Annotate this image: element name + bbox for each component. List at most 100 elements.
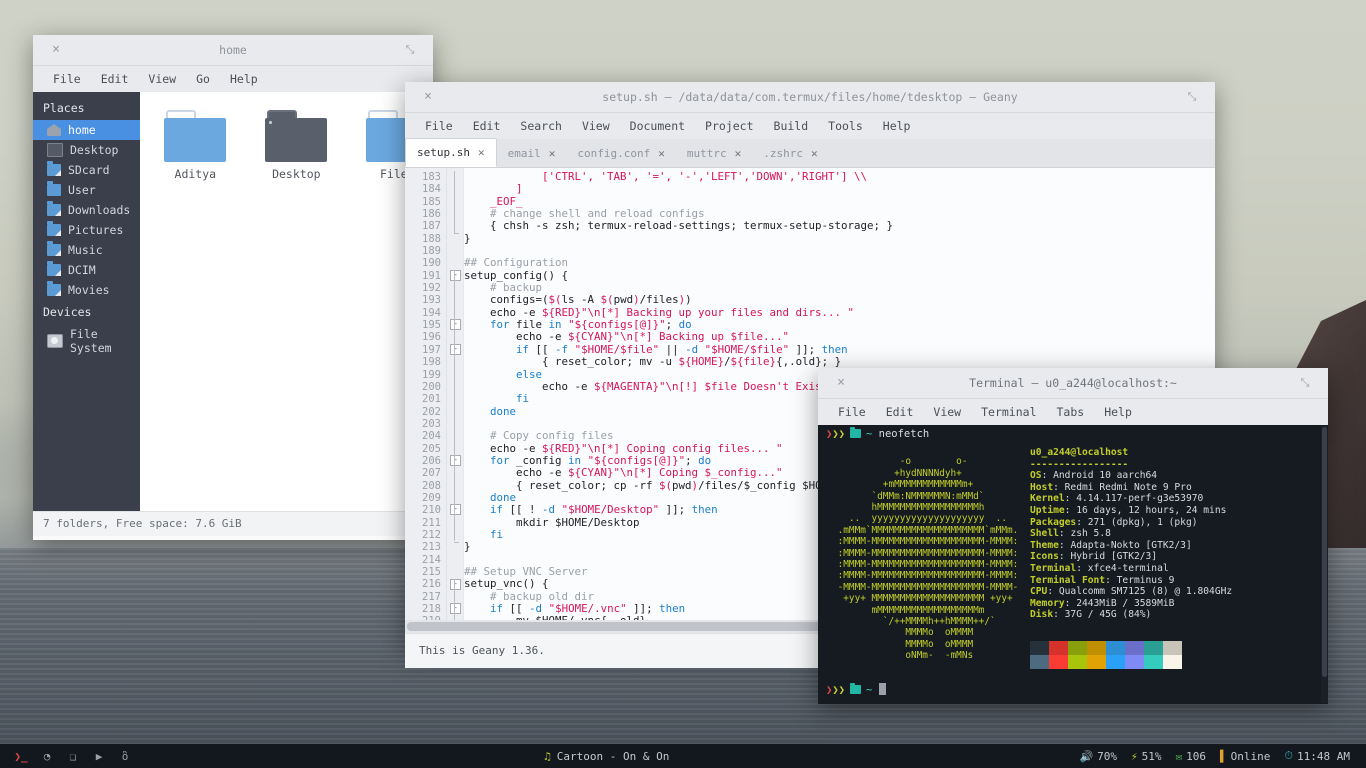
tray-battery[interactable]: ⚡ 51% xyxy=(1127,750,1166,763)
geany-titlebar[interactable]: × setup.sh – /data/data/com.termux/files… xyxy=(405,82,1215,113)
code-folding-column[interactable]: - - - - - - - xyxy=(447,168,464,633)
terminal-launcher-icon[interactable]: ❯_ xyxy=(8,744,34,768)
tab-zshrc[interactable]: .zshrc ✕ xyxy=(752,140,828,167)
close-icon[interactable]: ✕ xyxy=(811,147,818,160)
neofetch-label: Memory xyxy=(1030,597,1065,609)
menu-file[interactable]: File xyxy=(43,66,91,92)
fold-toggle[interactable]: - xyxy=(450,343,461,355)
scrollbar-thumb[interactable] xyxy=(1322,427,1327,677)
browser-launcher-icon[interactable]: ◔ xyxy=(34,744,60,768)
file-item-desktop[interactable]: Desktop xyxy=(259,110,333,181)
menu-view[interactable]: View xyxy=(138,66,186,92)
menu-go[interactable]: Go xyxy=(186,66,220,92)
menu-view[interactable]: View xyxy=(923,399,971,425)
code-line: { chsh -s zsh; termux-reload-settings; t… xyxy=(464,219,894,233)
fold-toggle[interactable]: - xyxy=(450,578,461,590)
terminal-scrollbar[interactable] xyxy=(1321,425,1328,703)
fold-toggle[interactable]: - xyxy=(450,603,461,615)
tab-setup-sh[interactable]: setup.sh ✕ xyxy=(405,138,497,167)
file-manager-titlebar[interactable]: × home ⤡ xyxy=(33,35,433,66)
tab-label: config.conf xyxy=(577,147,651,160)
sidebar-item-user[interactable]: User xyxy=(33,180,140,200)
fold-toggle[interactable]: - xyxy=(450,504,461,516)
palette-swatch xyxy=(1049,655,1068,669)
file-item-aditya[interactable]: Aditya xyxy=(158,110,232,181)
menu-tabs[interactable]: Tabs xyxy=(1047,399,1095,425)
file-manager-window[interactable]: × home ⤡ File Edit View Go Help Places h… xyxy=(33,35,435,540)
neofetch-value: : Redmi Redmi Note 9 Pro xyxy=(1053,481,1192,493)
menu-edit[interactable]: Edit xyxy=(91,66,139,92)
close-icon[interactable]: ✕ xyxy=(735,147,742,160)
menu-search[interactable]: Search xyxy=(510,113,572,139)
sidebar-item-sdcard[interactable]: SDcard xyxy=(33,160,140,180)
now-playing[interactable]: ♫ Cartoon - On & On xyxy=(138,750,1075,763)
menu-project[interactable]: Project xyxy=(695,113,763,139)
menu-edit[interactable]: Edit xyxy=(876,399,924,425)
taskbar[interactable]: ❯_ ◔ ❑ ▶ ὃ ♫ Cartoon - On & On 🔊 70% ⚡ 5… xyxy=(0,744,1366,768)
sidebar-item-pictures[interactable]: Pictures xyxy=(33,220,140,240)
close-icon[interactable]: ✕ xyxy=(478,146,485,159)
tray-volume[interactable]: 🔊 70% xyxy=(1075,750,1121,763)
sidebar-item-movies[interactable]: Movies xyxy=(33,280,140,300)
neofetch-value: : zsh 5.8 xyxy=(1058,528,1111,540)
terminal-menubar[interactable]: File Edit View Terminal Tabs Help xyxy=(818,399,1328,425)
menu-file[interactable]: File xyxy=(828,399,876,425)
terminal-input-line[interactable]: ❯❯❯ ~ xyxy=(826,683,886,697)
menu-build[interactable]: Build xyxy=(764,113,819,139)
tray-network[interactable]: ▌ Online xyxy=(1216,750,1274,763)
menu-terminal[interactable]: Terminal xyxy=(971,399,1046,425)
palette-swatch xyxy=(1106,655,1125,669)
menu-view[interactable]: View xyxy=(572,113,620,139)
menu-help[interactable]: Help xyxy=(220,66,268,92)
taskbar-launchers[interactable]: ❯_ ◔ ❑ ▶ ὃ xyxy=(0,744,138,768)
menu-file[interactable]: File xyxy=(415,113,463,139)
close-icon[interactable]: ✕ xyxy=(658,147,665,160)
cat-launcher-icon[interactable]: ὃ xyxy=(112,744,138,768)
menu-tools[interactable]: Tools xyxy=(818,113,873,139)
tray-clock[interactable]: ⏱ 11:48 AM xyxy=(1280,749,1354,763)
tray-mail-label: 106 xyxy=(1186,749,1207,763)
terminal-titlebar[interactable]: × Terminal – u0_a244@localhost:~ ⤡ xyxy=(818,368,1328,399)
palette-swatch xyxy=(1068,655,1087,669)
file-manager-menubar[interactable]: File Edit View Go Help xyxy=(33,66,433,92)
maximize-icon[interactable]: ⤡ xyxy=(1177,82,1207,112)
media-launcher-icon[interactable]: ▶ xyxy=(86,744,112,768)
sidebar-item-dcim[interactable]: DCIM xyxy=(33,260,140,280)
neofetch-value: : 2443MiB / 3589MiB xyxy=(1064,597,1175,609)
sidebar-item-desktop[interactable]: Desktop xyxy=(33,140,140,160)
menu-help[interactable]: Help xyxy=(873,113,921,139)
palette-swatch xyxy=(1106,641,1125,655)
sidebar-item-downloads[interactable]: Downloads xyxy=(33,200,140,220)
geany-document-tabs[interactable]: setup.sh ✕ email ✕ config.conf ✕ muttrc … xyxy=(405,138,1215,168)
code-line: setup_config() { xyxy=(464,268,569,282)
line-number-gutter: 183 184 185 186 187 188 189 190 191 192 193 194 195 1… xyxy=(405,168,447,633)
code-line: } xyxy=(464,231,471,245)
fold-toggle[interactable]: - xyxy=(450,455,461,467)
sidebar-item-home[interactable]: home xyxy=(33,120,141,140)
neofetch-label: Kernel xyxy=(1030,493,1065,505)
terminal-window[interactable]: × Terminal – u0_a244@localhost:~ ⤡ File … xyxy=(818,368,1328,704)
geany-menubar[interactable]: File Edit Search View Document Project B… xyxy=(405,113,1215,139)
files-launcher-icon[interactable]: ❑ xyxy=(60,744,86,768)
system-tray[interactable]: 🔊 70% ⚡ 51% ✉ 106 ▌ Online ⏱ 11:48 AM xyxy=(1075,749,1366,763)
menu-document[interactable]: Document xyxy=(620,113,695,139)
home-icon xyxy=(47,124,61,136)
menu-edit[interactable]: Edit xyxy=(463,113,511,139)
palette-swatch xyxy=(1125,655,1144,669)
tab-muttrc[interactable]: muttrc ✕ xyxy=(676,140,752,167)
menu-help[interactable]: Help xyxy=(1094,399,1142,425)
prompt-path: ~ xyxy=(865,428,873,440)
fold-toggle[interactable]: - xyxy=(450,319,461,331)
maximize-icon[interactable]: ⤡ xyxy=(1290,368,1320,398)
maximize-icon[interactable]: ⤡ xyxy=(395,35,425,65)
fold-toggle[interactable]: - xyxy=(450,269,461,281)
tray-mail[interactable]: ✉ 106 xyxy=(1172,750,1211,763)
terminal-output[interactable]: ❯❯❯ ~ neofetch -o o- +hydNNNNdyh+ +mMMMMM… xyxy=(818,425,1328,703)
file-list-area[interactable]: Aditya Desktop Files xyxy=(140,92,435,511)
tab-email[interactable]: email ✕ xyxy=(497,140,567,167)
places-sidebar[interactable]: Places home Desktop SDcard User Download… xyxy=(33,92,141,511)
sidebar-item-file-system[interactable]: File System xyxy=(33,324,140,358)
close-icon[interactable]: ✕ xyxy=(549,147,556,160)
tab-config-conf[interactable]: config.conf ✕ xyxy=(566,140,675,167)
sidebar-item-music[interactable]: Music xyxy=(33,240,140,260)
